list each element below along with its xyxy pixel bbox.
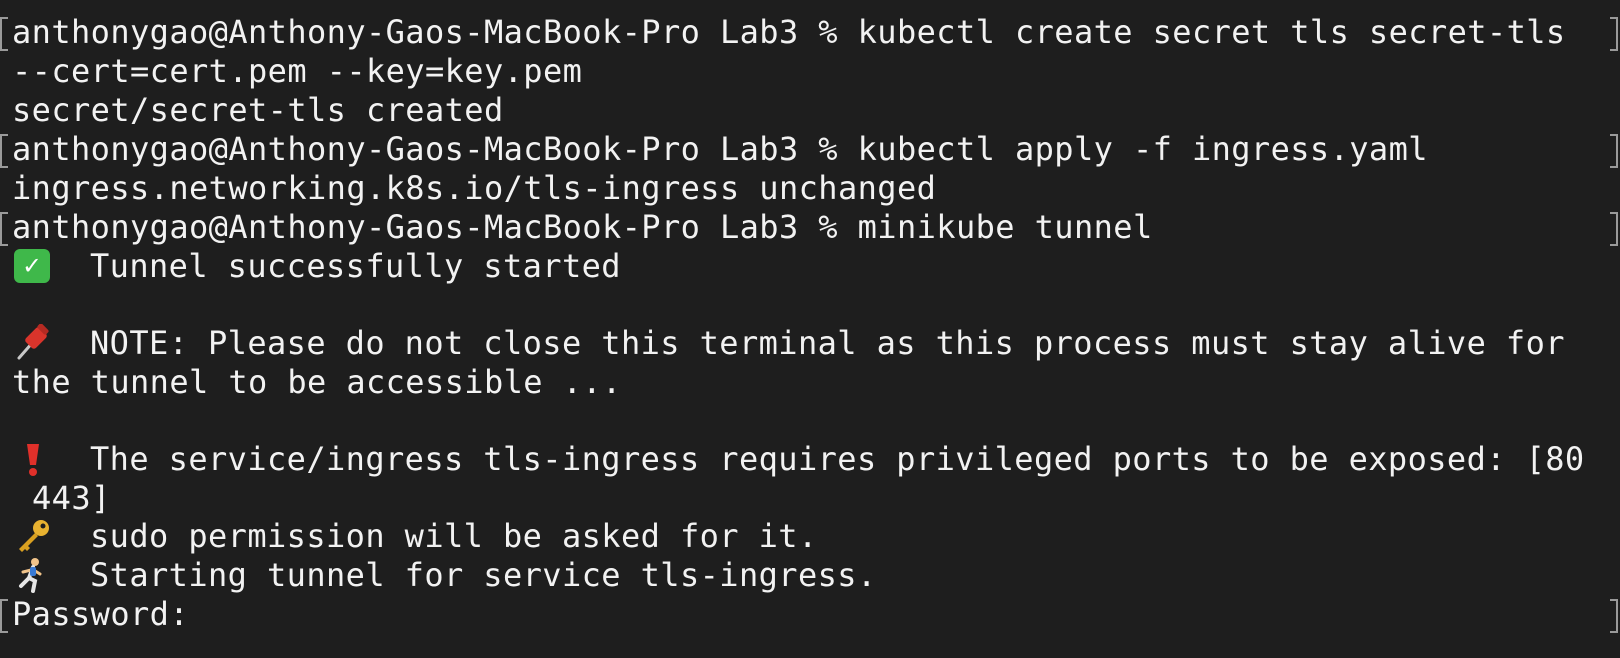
output-line-secret-created: secret/secret-tls created <box>12 91 504 129</box>
shell-prompt: anthonygao@Anthony-Gaos-MacBook-Pro Lab3… <box>12 130 858 168</box>
command-text: minikube tunnel <box>857 208 1153 246</box>
exclamation-icon <box>12 440 54 480</box>
command-line-1: anthonygao@Anthony-Gaos-MacBook-Pro Lab3… <box>12 12 1566 52</box>
note-message-line-1: NOTE: Please do not close this terminal … <box>90 324 1565 362</box>
tunnel-started-message: Tunnel successfully started <box>90 247 621 285</box>
line-marker-left <box>0 212 8 246</box>
pushpin-icon-graphic <box>17 323 49 360</box>
terminal-window[interactable]: anthonygao@Anthony-Gaos-MacBook-Pro Lab3… <box>0 0 1620 658</box>
command-continuation: --cert=cert.pem --key=key.pem <box>12 52 583 90</box>
line-marker-left <box>0 17 8 51</box>
output-line-ingress-unchanged: ingress.networking.k8s.io/tls-ingress un… <box>12 169 937 207</box>
exclamation-icon-graphic <box>27 444 39 476</box>
line-marker-left <box>0 599 8 633</box>
privileged-ports-warning: The service/ingress tls-ingress requires… <box>90 440 1585 478</box>
command-line-2: anthonygao@Anthony-Gaos-MacBook-Pro Lab3… <box>12 129 1428 169</box>
line-marker-right <box>1610 212 1618 246</box>
check-mark-button-icon: ✓ <box>14 249 50 283</box>
command-line-3: anthonygao@Anthony-Gaos-MacBook-Pro Lab3… <box>12 207 1153 247</box>
shell-prompt: anthonygao@Anthony-Gaos-MacBook-Pro Lab3… <box>12 208 858 246</box>
line-marker-right <box>1610 599 1618 633</box>
starting-tunnel-message: Starting tunnel for service tls-ingress. <box>90 556 877 594</box>
runner-icon <box>12 556 54 596</box>
key-icon <box>12 517 54 557</box>
privileged-ports-warning-cont: 443] <box>32 479 111 517</box>
command-text: kubectl apply -f ingress.yaml <box>857 130 1428 168</box>
line-marker-left <box>0 134 8 168</box>
sudo-permission-message: sudo permission will be asked for it. <box>90 517 818 555</box>
command-text: kubectl create secret tls secret-tls <box>857 13 1566 51</box>
key-icon-graphic <box>19 520 49 552</box>
line-marker-right <box>1610 17 1618 51</box>
pushpin-icon <box>12 323 54 364</box>
runner-icon-graphic <box>19 558 42 593</box>
shell-prompt: anthonygao@Anthony-Gaos-MacBook-Pro Lab3… <box>12 13 858 51</box>
line-marker-right <box>1610 134 1618 168</box>
note-message-line-2: the tunnel to be accessible ... <box>12 363 622 401</box>
password-prompt[interactable]: Password: <box>12 594 189 634</box>
